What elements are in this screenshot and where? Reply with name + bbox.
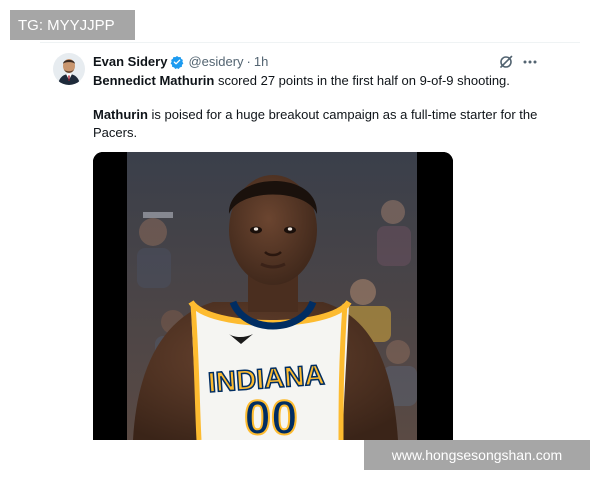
tweet-header: Evan Sidery @esidery · 1h <box>93 54 268 69</box>
author-handle[interactable]: @esidery <box>188 54 243 69</box>
tg-watermark-text: TG: MYYJJPP <box>18 16 115 34</box>
tg-watermark-badge: TG: MYYJJPP <box>10 10 135 40</box>
player-surname-mention: Mathurin <box>93 107 148 122</box>
tweet-timestamp[interactable]: 1h <box>254 54 268 69</box>
tweet-text-paragraph2-rest: is poised for a huge breakout campaign a… <box>93 107 538 140</box>
verified-badge-icon <box>171 55 184 69</box>
player-photo: INDIANA 00 <box>93 152 453 440</box>
tweet-media-video[interactable]: INDIANA 00 <box>93 152 453 440</box>
jersey-number-text: 00 <box>244 392 297 440</box>
site-watermark-text: www.hongsesongshan.com <box>391 447 563 463</box>
site-watermark: www.hongsesongshan.com <box>364 440 590 470</box>
tweet-text-line1-rest: scored 27 points in the first half on 9-… <box>214 73 510 88</box>
more-options-icon[interactable] <box>522 54 538 70</box>
avatar-image <box>53 53 85 85</box>
player-name-mention: Bennedict Mathurin <box>93 73 215 88</box>
tweet-text-line1: Bennedict Mathurin scored 27 points in t… <box>93 72 543 90</box>
avatar[interactable] <box>53 53 85 85</box>
tweet-text-paragraph2: Mathurin is poised for a huge breakout c… <box>93 106 543 142</box>
top-divider <box>40 42 580 43</box>
grok-icon[interactable] <box>498 54 514 70</box>
author-name[interactable]: Evan Sidery <box>93 54 167 69</box>
header-separator: · <box>246 54 251 69</box>
